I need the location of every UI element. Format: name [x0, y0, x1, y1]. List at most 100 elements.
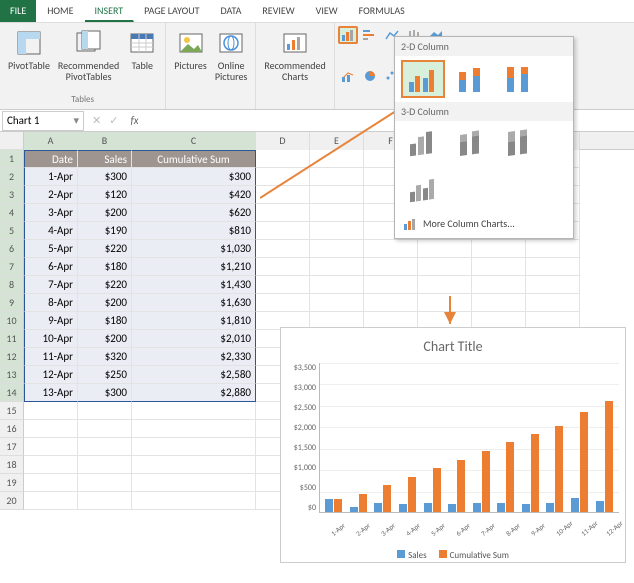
cell[interactable]: [256, 276, 310, 294]
tab-formulas[interactable]: FORMULAS: [349, 0, 416, 22]
cell[interactable]: 7-Apr: [24, 276, 78, 294]
cell[interactable]: [78, 438, 132, 456]
cell[interactable]: 10-Apr: [24, 330, 78, 348]
row-header[interactable]: 5: [0, 222, 24, 240]
cell[interactable]: 6-Apr: [24, 258, 78, 276]
cell[interactable]: [310, 294, 364, 312]
tab-insert[interactable]: INSERT: [85, 0, 135, 22]
cell[interactable]: [310, 204, 364, 222]
tab-file[interactable]: FILE: [0, 0, 37, 22]
recommended-charts-button[interactable]: Recommended Charts: [260, 25, 329, 94]
table-button[interactable]: Table: [123, 25, 161, 94]
cell[interactable]: $300: [78, 384, 132, 402]
row-header[interactable]: 7: [0, 258, 24, 276]
cell[interactable]: 3-Apr: [24, 204, 78, 222]
cell[interactable]: [472, 276, 526, 294]
cell[interactable]: [364, 240, 418, 258]
cell[interactable]: [526, 240, 580, 258]
row-header[interactable]: 18: [0, 456, 24, 474]
cell[interactable]: [78, 456, 132, 474]
cell[interactable]: [132, 438, 256, 456]
cell[interactable]: 1-Apr: [24, 168, 78, 186]
cell[interactable]: [256, 222, 310, 240]
cell[interactable]: [256, 168, 310, 186]
cell[interactable]: [24, 492, 78, 510]
row-header[interactable]: 16: [0, 420, 24, 438]
cell[interactable]: [418, 276, 472, 294]
combo-chart-button[interactable]: [338, 67, 358, 85]
cell[interactable]: [364, 258, 418, 276]
cell[interactable]: $2,580: [132, 366, 256, 384]
col-header-A[interactable]: A: [24, 132, 78, 150]
row-header[interactable]: 1: [0, 150, 24, 168]
cell[interactable]: [132, 492, 256, 510]
cell[interactable]: [310, 258, 364, 276]
cell[interactable]: 8-Apr: [24, 294, 78, 312]
row-header[interactable]: 20: [0, 492, 24, 510]
cell[interactable]: [526, 258, 580, 276]
cell[interactable]: $190: [78, 222, 132, 240]
col-header-C[interactable]: C: [132, 132, 256, 150]
cell[interactable]: [256, 294, 310, 312]
cell[interactable]: [132, 474, 256, 492]
cell[interactable]: $1,630: [132, 294, 256, 312]
cell[interactable]: 4-Apr: [24, 222, 78, 240]
cell[interactable]: $2,880: [132, 384, 256, 402]
cell[interactable]: $1,430: [132, 276, 256, 294]
row-header[interactable]: 6: [0, 240, 24, 258]
cell[interactable]: [472, 258, 526, 276]
embedded-chart[interactable]: Chart Title $3,500$3,000$2,500$2,000$1,5…: [280, 327, 626, 563]
chart-title[interactable]: Chart Title: [287, 334, 619, 363]
bar-chart-button[interactable]: [360, 26, 380, 44]
row-header[interactable]: 19: [0, 474, 24, 492]
cell[interactable]: 9-Apr: [24, 312, 78, 330]
clustered-column-option[interactable]: [401, 60, 445, 98]
cell[interactable]: [256, 150, 310, 168]
cell[interactable]: 2-Apr: [24, 186, 78, 204]
chart-legend[interactable]: Sales Cumulative Sum: [287, 550, 619, 561]
3d-clustered-column-option[interactable]: [401, 125, 445, 163]
cell[interactable]: [526, 276, 580, 294]
col-header-B[interactable]: B: [78, 132, 132, 150]
cell[interactable]: [364, 294, 418, 312]
row-header[interactable]: 12: [0, 348, 24, 366]
cancel-icon[interactable]: ✕: [92, 114, 101, 127]
cell[interactable]: [24, 420, 78, 438]
cell[interactable]: 13-Apr: [24, 384, 78, 402]
cell[interactable]: [24, 456, 78, 474]
cell[interactable]: $420: [132, 186, 256, 204]
cell[interactable]: [78, 402, 132, 420]
cell[interactable]: $1,030: [132, 240, 256, 258]
cell[interactable]: [256, 204, 310, 222]
pictures-button[interactable]: Pictures: [170, 25, 211, 94]
row-header[interactable]: 3: [0, 186, 24, 204]
pivottable-button[interactable]: PivotTable: [4, 25, 54, 94]
row-header[interactable]: 13: [0, 366, 24, 384]
row-header[interactable]: 14: [0, 384, 24, 402]
row-header[interactable]: 8: [0, 276, 24, 294]
cell[interactable]: [418, 240, 472, 258]
row-header[interactable]: 15: [0, 402, 24, 420]
cell[interactable]: $2,330: [132, 348, 256, 366]
row-header[interactable]: 11: [0, 330, 24, 348]
cell[interactable]: $300: [78, 168, 132, 186]
cell[interactable]: [78, 492, 132, 510]
fx-icon[interactable]: fx: [126, 114, 138, 127]
column-chart-button[interactable]: [338, 26, 358, 44]
cell[interactable]: [310, 276, 364, 294]
cell[interactable]: $2,010: [132, 330, 256, 348]
cell[interactable]: [24, 402, 78, 420]
online-pictures-button[interactable]: Online Pictures: [211, 25, 252, 94]
row-header[interactable]: 2: [0, 168, 24, 186]
cell[interactable]: [24, 438, 78, 456]
more-column-charts-option[interactable]: More Column Charts...: [395, 213, 573, 234]
chart-plot-area[interactable]: [319, 363, 619, 513]
cell[interactable]: [526, 294, 580, 312]
cell[interactable]: [24, 474, 78, 492]
header-cell[interactable]: Cumulative Sum: [132, 150, 256, 168]
tab-pagelayout[interactable]: PAGE LAYOUT: [134, 0, 210, 22]
cell[interactable]: [364, 276, 418, 294]
cell[interactable]: [310, 186, 364, 204]
cell[interactable]: [256, 240, 310, 258]
cell[interactable]: $200: [78, 330, 132, 348]
